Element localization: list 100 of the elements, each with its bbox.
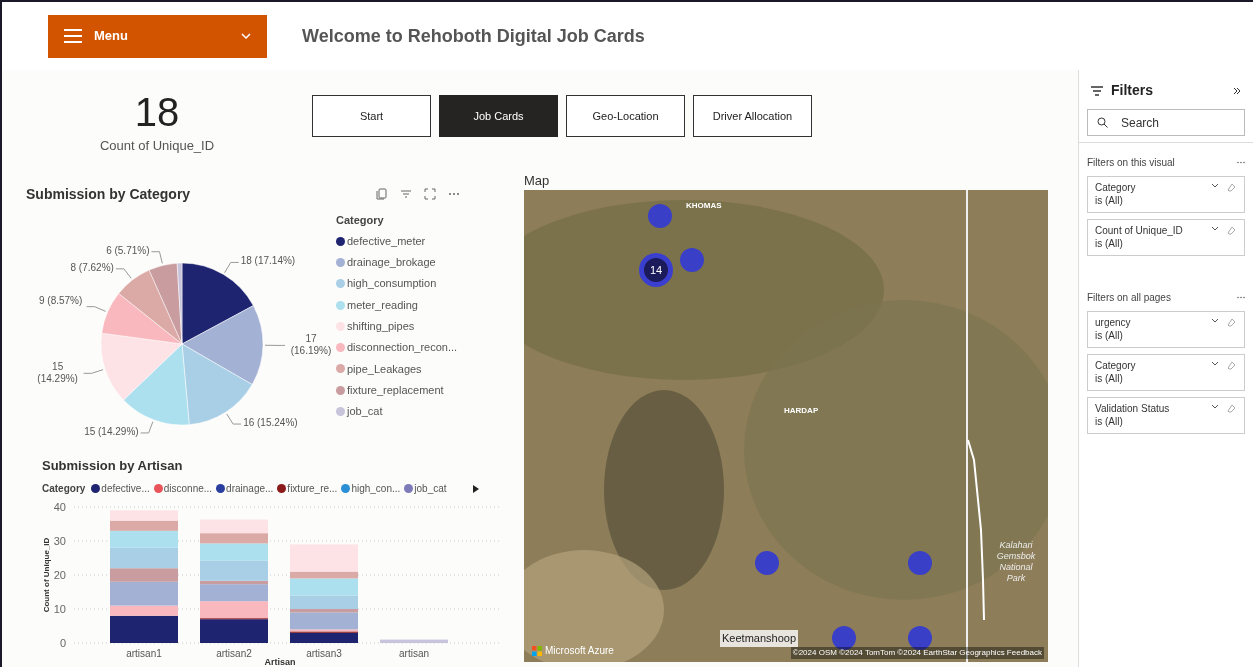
axis-tick-label: 40 bbox=[53, 501, 66, 513]
filter-card[interactable]: urgency is (All) bbox=[1087, 311, 1245, 348]
chevron-down-icon[interactable] bbox=[1211, 226, 1219, 231]
filter-value: is (All) bbox=[1095, 194, 1123, 207]
legend-label: job_cat bbox=[414, 482, 447, 496]
data-label: 9 (8.57%) bbox=[37, 294, 84, 307]
leader-line bbox=[86, 306, 107, 312]
leader-line bbox=[264, 344, 286, 346]
legend-label: fixture_replacement bbox=[347, 382, 444, 398]
leader-line bbox=[115, 268, 132, 279]
search-icon bbox=[1097, 117, 1108, 128]
axis-title: Count of Unique_ID bbox=[42, 537, 51, 613]
legend-label: job_cat bbox=[347, 404, 383, 420]
axis-tick-label: artisan bbox=[399, 648, 429, 659]
collapse-icon[interactable] bbox=[1233, 86, 1241, 95]
axis-tick-label: artisan1 bbox=[126, 648, 162, 659]
leader-line bbox=[140, 421, 154, 434]
legend-label: disconnection_recon... bbox=[347, 340, 458, 356]
leader-line bbox=[224, 261, 240, 274]
filter-icon bbox=[1091, 85, 1103, 96]
nav-button[interactable]: Driver Allocation bbox=[693, 95, 812, 137]
nav-button[interactable]: Start bbox=[312, 95, 431, 137]
nav-button[interactable]: Job Cards bbox=[439, 95, 558, 137]
data-label: 18 (17.14%) bbox=[240, 255, 296, 268]
legend-label: drainage... bbox=[226, 482, 274, 496]
chevron-down-icon bbox=[241, 33, 251, 39]
filter-icon[interactable] bbox=[400, 188, 412, 200]
logo-icon bbox=[532, 645, 542, 656]
axis-tick-label: artisan2 bbox=[216, 648, 252, 659]
legend-label: meter_reading bbox=[347, 297, 418, 313]
eraser-icon[interactable] bbox=[1227, 404, 1236, 413]
data-label: 8 (7.62%) bbox=[70, 261, 114, 274]
leader-line bbox=[226, 413, 242, 425]
eraser-icon[interactable] bbox=[1227, 361, 1236, 370]
kpi-value: 18 bbox=[134, 89, 180, 136]
legend-label: high_consumption bbox=[347, 276, 437, 292]
kpi-label: Count of Unique_ID bbox=[99, 137, 215, 155]
axis-tick-label: artisan3 bbox=[306, 648, 342, 659]
more-options-icon[interactable] bbox=[1237, 296, 1245, 299]
filter-value: is (All) bbox=[1095, 237, 1123, 250]
axis-title: Artisan bbox=[264, 657, 296, 667]
chevron-down-icon[interactable] bbox=[1211, 183, 1219, 188]
axis-tick-label: 20 bbox=[53, 569, 66, 581]
bar-segment bbox=[110, 510, 178, 521]
leader-line bbox=[151, 251, 163, 264]
eraser-icon[interactable] bbox=[1227, 183, 1236, 192]
bar-segment bbox=[200, 519, 268, 534]
filters-title: Filters bbox=[1111, 81, 1154, 100]
map-label: Keetmanshoop bbox=[720, 630, 798, 647]
scroll-right-icon[interactable] bbox=[472, 484, 479, 493]
chart-title: Submission by Artisan bbox=[42, 457, 183, 475]
map-title: Map bbox=[524, 172, 550, 190]
satellite-map-drawing[interactable] bbox=[524, 190, 1048, 662]
chevron-down-icon[interactable] bbox=[1211, 361, 1219, 366]
filter-field: Count of Unique_ID bbox=[1095, 224, 1183, 237]
legend-label: high_con... bbox=[351, 482, 401, 496]
nav-button[interactable]: Geo-Location bbox=[566, 95, 685, 137]
menu-button[interactable]: Menu bbox=[48, 14, 267, 58]
legend-title: Category bbox=[336, 213, 385, 228]
filter-field: Category bbox=[1095, 359, 1136, 372]
filter-value: is (All) bbox=[1095, 329, 1123, 342]
expand-icon[interactable] bbox=[424, 188, 436, 200]
legend-title: Category bbox=[42, 482, 86, 496]
data-label: 15 (14.29%) bbox=[84, 425, 139, 438]
filter-card[interactable]: Count of Unique_ID is (All) bbox=[1087, 219, 1245, 256]
filter-card[interactable]: Category is (All) bbox=[1087, 176, 1245, 213]
axis-tick-label: 0 bbox=[59, 637, 66, 649]
filter-field: Category bbox=[1095, 181, 1136, 194]
filter-card[interactable]: Validation Status is (All) bbox=[1087, 397, 1245, 434]
eraser-icon[interactable] bbox=[1227, 226, 1236, 235]
chevron-down-icon[interactable] bbox=[1211, 318, 1219, 323]
filter-card[interactable]: Category is (All) bbox=[1087, 354, 1245, 391]
more-options-icon[interactable] bbox=[1237, 161, 1245, 164]
chart-title: Submission by Category bbox=[26, 185, 191, 204]
section-heading: Filters on all pages bbox=[1087, 291, 1171, 305]
eraser-icon[interactable] bbox=[1227, 318, 1236, 327]
legend-label: shifting_pipes bbox=[347, 319, 415, 335]
legend-label: defective_meter bbox=[347, 233, 426, 249]
data-label: 15 (14.29%) bbox=[36, 361, 79, 386]
axis-tick-label: 30 bbox=[53, 535, 66, 547]
search-field[interactable]: Search bbox=[1087, 109, 1245, 136]
axis-tick-label: 10 bbox=[53, 603, 66, 615]
data-label: 6 (5.71%) bbox=[106, 244, 150, 257]
data-label: 17 (16.19%) bbox=[289, 333, 333, 358]
legend-label: fixture_re... bbox=[287, 482, 338, 496]
map-attribution: ©2024 OSM ©2024 TomTom ©2024 EarthStar Geographics Feedback bbox=[790, 647, 1044, 659]
map-label: KHOMAS bbox=[686, 200, 722, 212]
legend-label: disconne... bbox=[163, 482, 213, 496]
filter-value: is (All) bbox=[1095, 415, 1123, 428]
copy-icon[interactable] bbox=[376, 188, 388, 200]
legend-label: defective... bbox=[101, 482, 150, 496]
map-label: HARDAP bbox=[784, 405, 819, 417]
map-label: Kalahari Gemsbok National Park bbox=[995, 540, 1037, 584]
chevron-down-icon[interactable] bbox=[1211, 404, 1219, 409]
filter-field: urgency bbox=[1095, 316, 1131, 329]
map-brand: Microsoft Azure bbox=[545, 644, 614, 658]
section-heading: Filters on this visual bbox=[1087, 156, 1175, 170]
menu-icon bbox=[64, 29, 82, 43]
filter-field: Validation Status bbox=[1095, 402, 1170, 415]
legend-label: pipe_Leakages bbox=[347, 361, 422, 377]
